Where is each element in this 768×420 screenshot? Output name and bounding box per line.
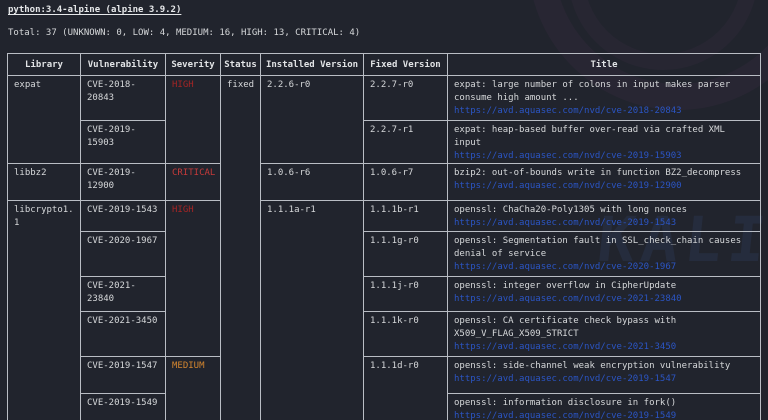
vuln-title: openssl: information disclosure in fork(… <box>454 397 756 410</box>
table-row: CVE-2019-1547 MEDIUM 1.1.1d-r0 openssl: … <box>8 357 761 394</box>
severity-badge: MEDIUM <box>166 357 221 420</box>
library-cell: libbz2 <box>8 164 81 201</box>
severity-badge: HIGH <box>166 76 221 164</box>
cve-cell: CVE-2020-1967 <box>81 232 166 277</box>
cve-cell: CVE-2021-3450 <box>81 312 166 357</box>
image-title-line: python:3.4-alpine (alpine 3.9.2) <box>8 5 181 15</box>
fixed-version-cell: 1.1.1b-r1 <box>364 201 448 232</box>
library-cell: expat <box>8 76 81 164</box>
cve-cell: CVE-2021-23840 <box>81 277 166 312</box>
column-header-installed-version: Installed Version <box>261 54 364 76</box>
title-cell: openssl: side-channel weak encryption vu… <box>448 357 761 394</box>
column-header-severity: Severity <box>166 54 221 76</box>
column-header-vulnerability: Vulnerability <box>81 54 166 76</box>
title-cell: openssl: ChaCha20-Poly1305 with long non… <box>448 201 761 232</box>
title-cell: openssl: Segmentation fault in SSL_check… <box>448 232 761 277</box>
table-row: libbz2 CVE-2019-12900 CRITICAL 1.0.6-r6 … <box>8 164 761 201</box>
severity-badge: HIGH <box>166 201 221 357</box>
vuln-title: openssl: integer overflow in CipherUpdat… <box>454 280 756 293</box>
vuln-link[interactable]: https://avd.aquasec.com/nvd/cve-2019-154… <box>454 410 756 420</box>
cve-cell: CVE-2018-20843 <box>81 76 166 121</box>
table-row: CVE-2021-3450 1.1.1k-r0 openssl: CA cert… <box>8 312 761 357</box>
cve-cell: CVE-2019-1549 <box>81 394 166 420</box>
vuln-title: expat: heap-based buffer over-read via c… <box>454 124 756 150</box>
status-cell: fixed <box>221 76 261 420</box>
cve-cell: CVE-2019-1543 <box>81 201 166 232</box>
title-cell: openssl: information disclosure in fork(… <box>448 394 761 420</box>
cve-cell: CVE-2019-15903 <box>81 121 166 164</box>
library-cell: libcrypto1.1 <box>8 201 81 420</box>
fixed-version-cell: 1.1.1d-r0 <box>364 357 448 420</box>
vuln-link[interactable]: https://avd.aquasec.com/nvd/cve-2021-345… <box>454 341 756 354</box>
column-header-status: Status <box>221 54 261 76</box>
title-cell: expat: heap-based buffer over-read via c… <box>448 121 761 164</box>
cve-cell: CVE-2019-12900 <box>81 164 166 201</box>
title-cell: expat: large number of colons in input m… <box>448 76 761 121</box>
vuln-title: bzip2: out-of-bounds write in function B… <box>454 167 756 180</box>
vuln-title: openssl: ChaCha20-Poly1305 with long non… <box>454 204 756 217</box>
installed-version-cell: 2.2.6-r0 <box>261 76 364 164</box>
vuln-link[interactable]: https://avd.aquasec.com/nvd/cve-2021-238… <box>454 293 756 306</box>
fixed-version-cell: 1.1.1k-r0 <box>364 312 448 357</box>
installed-version-cell: 1.0.6-r6 <box>261 164 364 201</box>
title-cell: openssl: CA certificate check bypass wit… <box>448 312 761 357</box>
vuln-title: openssl: Segmentation fault in SSL_check… <box>454 235 756 261</box>
vuln-link[interactable]: https://avd.aquasec.com/nvd/cve-2020-196… <box>454 261 756 274</box>
fixed-version-cell: 2.2.7-r0 <box>364 76 448 121</box>
vulnerability-table: Library Vulnerability Severity Status In… <box>7 53 761 420</box>
installed-version-cell: 1.1.1a-r1 <box>261 201 364 420</box>
fixed-version-cell: 1.1.1g-r0 <box>364 232 448 277</box>
table-row: expat CVE-2018-20843 HIGH fixed 2.2.6-r0… <box>8 76 761 121</box>
title-cell: openssl: integer overflow in CipherUpdat… <box>448 277 761 312</box>
fixed-version-cell: 2.2.7-r1 <box>364 121 448 164</box>
scan-summary-line: Total: 37 (UNKNOWN: 0, LOW: 4, MEDIUM: 1… <box>8 28 360 38</box>
vuln-link[interactable]: https://avd.aquasec.com/nvd/cve-2019-154… <box>454 373 756 386</box>
fixed-version-cell: 1.0.6-r7 <box>364 164 448 201</box>
column-header-library: Library <box>8 54 81 76</box>
terminal-screen: { "terminal": { "title_line": "python:3.… <box>0 0 768 420</box>
vuln-title: expat: large number of colons in input m… <box>454 79 756 105</box>
vuln-link[interactable]: https://avd.aquasec.com/nvd/cve-2019-154… <box>454 217 756 230</box>
fixed-version-cell: 1.1.1j-r0 <box>364 277 448 312</box>
title-cell: bzip2: out-of-bounds write in function B… <box>448 164 761 201</box>
column-header-title: Title <box>448 54 761 76</box>
vuln-link[interactable]: https://avd.aquasec.com/nvd/cve-2019-129… <box>454 180 756 193</box>
table-row: CVE-2020-1967 1.1.1g-r0 openssl: Segment… <box>8 232 761 277</box>
table-row: CVE-2019-15903 2.2.7-r1 expat: heap-base… <box>8 121 761 164</box>
severity-badge: CRITICAL <box>166 164 221 201</box>
table-row: CVE-2021-23840 1.1.1j-r0 openssl: intege… <box>8 277 761 312</box>
vuln-title: openssl: side-channel weak encryption vu… <box>454 360 756 373</box>
cve-cell: CVE-2019-1547 <box>81 357 166 394</box>
vuln-link[interactable]: https://avd.aquasec.com/nvd/cve-2018-208… <box>454 105 756 118</box>
vuln-link[interactable]: https://avd.aquasec.com/nvd/cve-2019-159… <box>454 150 756 163</box>
table-row: libcrypto1.1 CVE-2019-1543 HIGH 1.1.1a-r… <box>8 201 761 232</box>
column-header-fixed-version: Fixed Version <box>364 54 448 76</box>
table-header-row: Library Vulnerability Severity Status In… <box>8 54 761 76</box>
vuln-title: openssl: CA certificate check bypass wit… <box>454 315 756 341</box>
